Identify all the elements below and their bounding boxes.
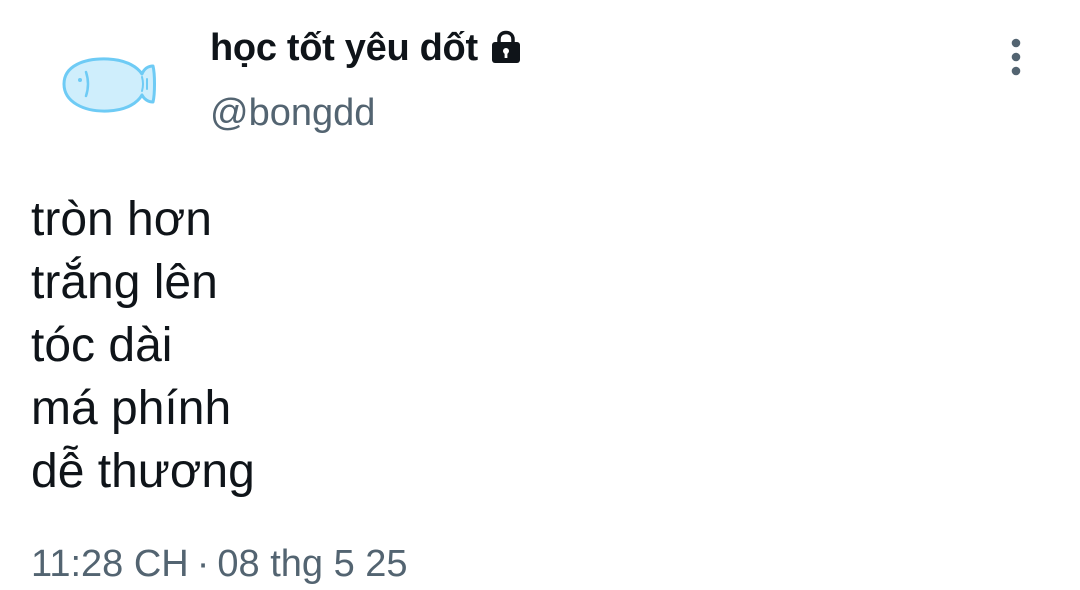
tweet-line: tròn hơn [31,193,212,246]
tweet-line: tóc dài [31,319,173,372]
tweet-timestamp[interactable]: 11:28 CH · 08 thg 5 25 [31,543,408,586]
meta-separator: · [196,543,210,585]
tweet-time: 11:28 CH [31,543,189,585]
fish-icon [62,57,156,113]
tweet-line: dễ thương [31,445,255,498]
lock-icon [486,28,526,68]
display-name[interactable]: học tốt yêu dốt [210,27,478,70]
display-name-row[interactable]: học tốt yêu dốt [210,26,526,70]
avatar[interactable] [58,50,158,120]
user-handle[interactable]: @bongdd [210,92,375,135]
more-vertical-icon [1011,38,1021,76]
tweet-date: 08 thg 5 25 [217,543,408,585]
tweet-line: má phính [31,382,232,435]
tweet-line: trắng lên [31,256,218,309]
tweet-text: tròn hơn trắng lên tóc dài má phính dễ t… [31,188,255,503]
more-options-button[interactable] [996,34,1036,80]
